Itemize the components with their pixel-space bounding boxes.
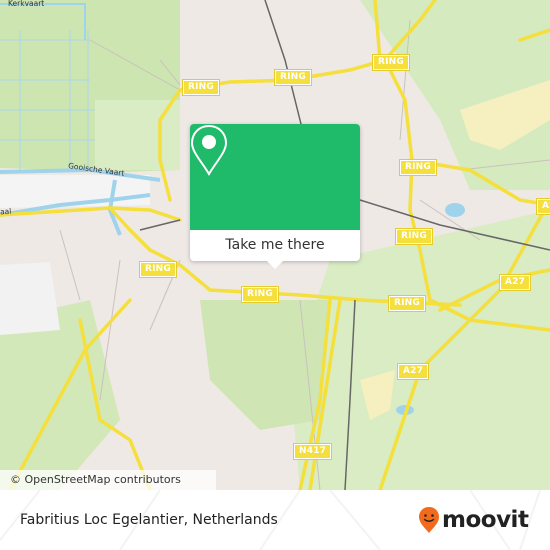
road-label-n417: N417 (292, 443, 333, 460)
road-label-a27: A27 (498, 274, 532, 291)
destination-popup: Take me there (190, 124, 360, 269)
road-label-a2: A2 (536, 198, 550, 215)
road-label-ring: RING (395, 228, 433, 245)
road-label-ring: RING (399, 159, 437, 176)
road-label-a27: A27 (396, 363, 430, 380)
brand-name: moovit (442, 507, 529, 533)
railway-west (139, 219, 181, 231)
popup-header (190, 124, 360, 230)
place-name: Fabritius Loc Egelantier, Netherlands (20, 512, 278, 528)
road-label-ring: RING (139, 261, 177, 278)
road-label-ring: RING (241, 286, 279, 303)
road-label-ring: RING (372, 54, 410, 71)
road-label-ring: RING (388, 295, 426, 312)
location-pin-icon (190, 124, 228, 176)
take-me-there-button[interactable]: Take me there (190, 230, 360, 261)
map-view[interactable]: Kerkvaart Gooische Vaart aal RING RING R… (0, 0, 550, 490)
water-label-kerkvaart: Kerkvaart (8, 0, 45, 8)
footer-bar: Fabritius Loc Egelantier, Netherlands mo… (0, 490, 550, 550)
road-label-ring: RING (274, 69, 312, 86)
lake-east (445, 203, 465, 217)
map-attribution[interactable]: © OpenStreetMap contributors (0, 470, 216, 490)
south-forest (200, 300, 330, 430)
road-label-ring: RING (182, 79, 220, 96)
moovit-pin-icon (419, 507, 439, 533)
popup-pointer (266, 260, 284, 269)
moovit-logo[interactable]: moovit (418, 504, 529, 536)
sw-industry (0, 262, 60, 335)
water-label-aal: aal (0, 206, 12, 217)
